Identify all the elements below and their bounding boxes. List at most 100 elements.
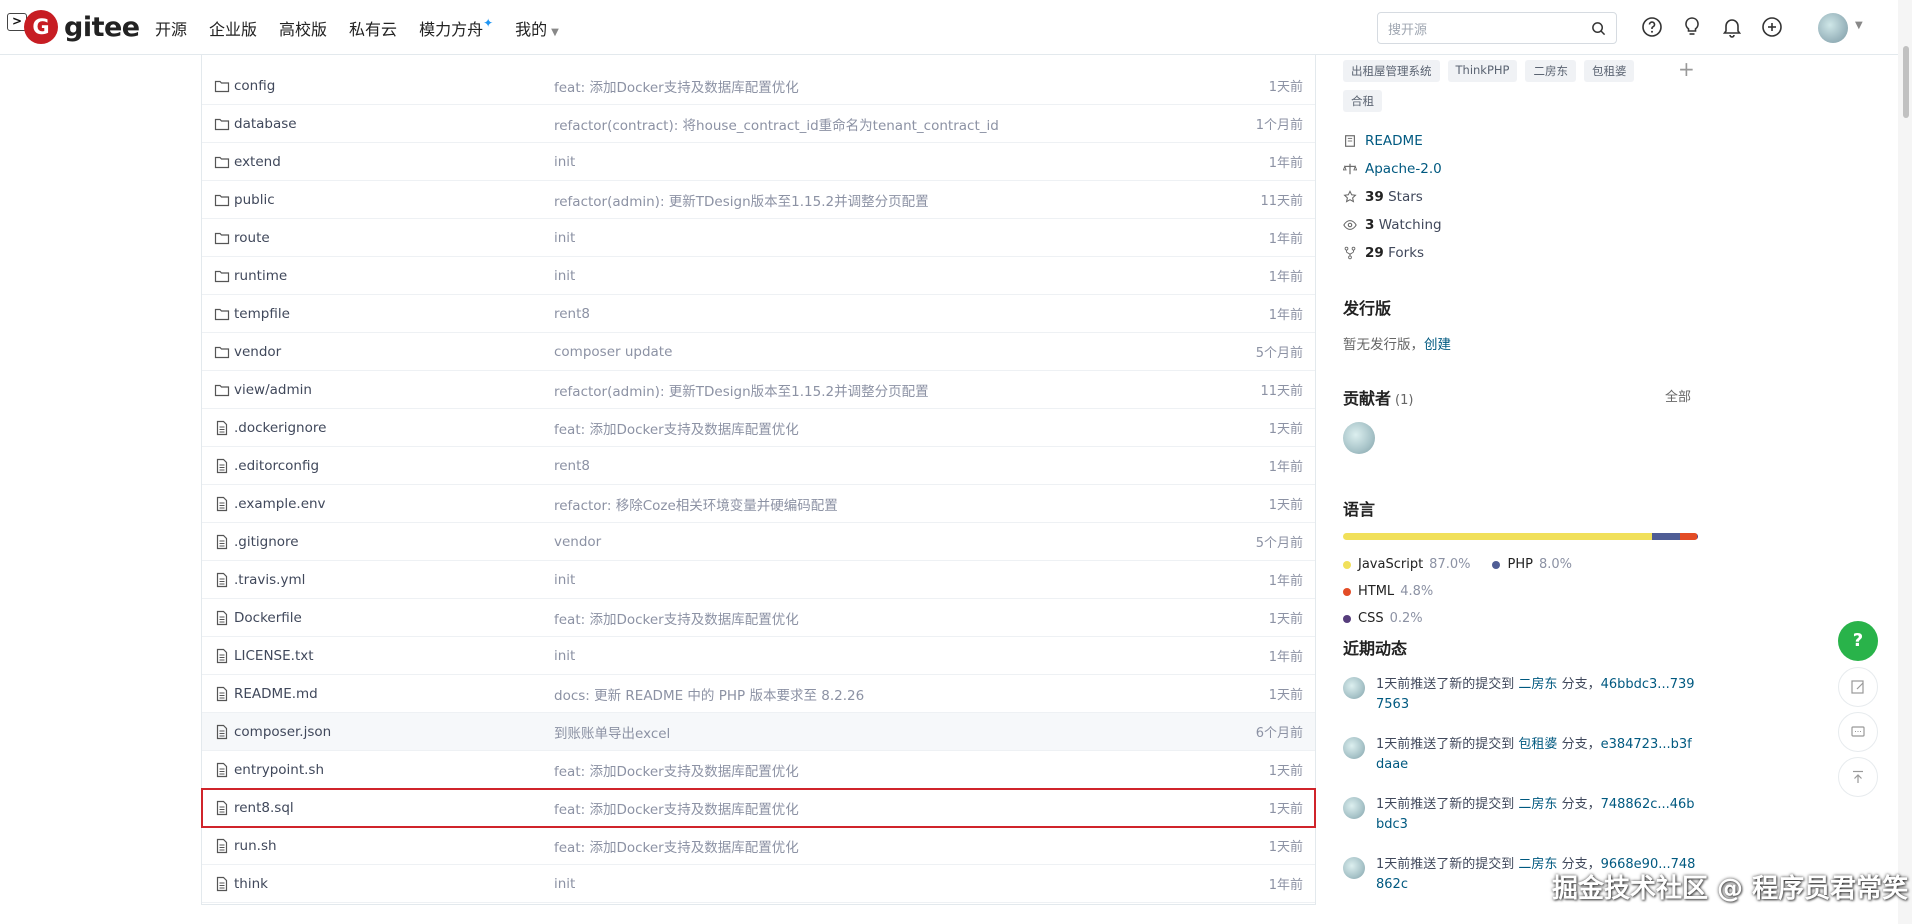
topic-tag[interactable]: ThinkPHP bbox=[1447, 60, 1518, 82]
feedback-button[interactable] bbox=[1838, 667, 1878, 707]
activity-avatar[interactable] bbox=[1343, 797, 1365, 819]
file-name-link[interactable]: view/admin bbox=[234, 382, 312, 398]
file-name-link[interactable]: tempfile bbox=[234, 306, 290, 322]
scrollbar-thumb[interactable] bbox=[1903, 46, 1909, 118]
file-row[interactable]: .editorconfig rent8 1年前 bbox=[202, 447, 1315, 485]
search-input[interactable]: 搜开源 bbox=[1388, 19, 1591, 38]
file-name-link[interactable]: .example.env bbox=[234, 496, 326, 512]
file-row[interactable]: public refactor(admin): 更新TDesign版本至1.15.… bbox=[202, 181, 1315, 219]
file-row[interactable]: extend init 1年前 bbox=[202, 143, 1315, 181]
file-name-link[interactable]: route bbox=[234, 230, 270, 246]
commit-message-link[interactable]: feat: 添加Docker支持及数据库配置优化 bbox=[554, 608, 799, 628]
commit-message-link[interactable]: composer update bbox=[554, 344, 672, 360]
file-name-link[interactable]: database bbox=[234, 116, 297, 132]
nav-item-education[interactable]: 高校版 bbox=[279, 16, 327, 40]
commit-message-link[interactable]: init bbox=[554, 876, 575, 892]
branch-link[interactable]: 二房东 bbox=[1518, 677, 1557, 692]
add-topic-button[interactable]: + bbox=[1678, 57, 1695, 81]
file-name-link[interactable]: .dockerignore bbox=[234, 420, 326, 436]
file-name-link[interactable]: .editorconfig bbox=[234, 458, 319, 474]
branch-link[interactable]: 包租婆 bbox=[1518, 737, 1557, 752]
commit-message-link[interactable]: feat: 添加Docker支持及数据库配置优化 bbox=[554, 760, 799, 780]
license-link[interactable]: Apache-2.0 bbox=[1343, 161, 1442, 177]
nav-item-moli-fangzhou[interactable]: 模力方舟✦ bbox=[419, 16, 493, 40]
help-circle-icon[interactable] bbox=[1640, 15, 1664, 39]
file-row[interactable]: view/admin refactor(admin): 更新TDesign版本至1… bbox=[202, 371, 1315, 409]
user-avatar[interactable] bbox=[1818, 13, 1848, 43]
commit-message-link[interactable]: init bbox=[554, 230, 575, 246]
commit-message-link[interactable]: init bbox=[554, 648, 575, 664]
nav-item-open-source[interactable]: 开源 bbox=[155, 16, 187, 40]
commit-message-link[interactable]: refactor(admin): 更新TDesign版本至1.15.2并调整分页… bbox=[554, 380, 929, 400]
file-name-link[interactable]: run.sh bbox=[234, 838, 277, 854]
file-row[interactable]: entrypoint.sh feat: 添加Docker支持及数据库配置优化 1天前 bbox=[202, 751, 1315, 789]
file-row[interactable]: run.sh feat: 添加Docker支持及数据库配置优化 1天前 bbox=[202, 827, 1315, 865]
file-name-link[interactable]: README.md bbox=[234, 686, 318, 702]
commit-message-link[interactable]: feat: 添加Docker支持及数据库配置优化 bbox=[554, 836, 799, 856]
commit-message-link[interactable]: feat: 添加Docker支持及数据库配置优化 bbox=[554, 76, 799, 96]
file-name-link[interactable]: entrypoint.sh bbox=[234, 762, 324, 778]
commit-message-link[interactable]: refactor(contract): 将house_contract_id重命… bbox=[554, 114, 999, 134]
commit-message-link[interactable]: rent8 bbox=[554, 458, 590, 474]
file-name-link[interactable]: .travis.yml bbox=[234, 572, 305, 588]
file-name-link[interactable]: rent8.sql bbox=[234, 800, 294, 816]
commit-message-link[interactable]: feat: 添加Docker支持及数据库配置优化 bbox=[554, 798, 799, 818]
topic-tag[interactable]: 出租屋管理系统 bbox=[1343, 60, 1440, 82]
file-name-link[interactable]: composer.json bbox=[234, 724, 331, 740]
file-row[interactable]: .gitignore vendor 5个月前 bbox=[202, 523, 1315, 561]
lightbulb-icon[interactable] bbox=[1680, 15, 1704, 39]
activity-avatar[interactable] bbox=[1343, 677, 1365, 699]
search-icon[interactable] bbox=[1591, 21, 1606, 36]
nav-item-mine[interactable]: 我的 ▼ bbox=[515, 16, 559, 40]
watching-link[interactable]: 3 Watching bbox=[1343, 217, 1442, 233]
commit-message-link[interactable]: docs: 更新 README 中的 PHP 版本要求至 8.2.26 bbox=[554, 684, 864, 704]
file-row[interactable]: tempfile rent8 1年前 bbox=[202, 295, 1315, 333]
file-name-link[interactable]: runtime bbox=[234, 268, 287, 284]
back-to-top-button[interactable] bbox=[1838, 757, 1878, 797]
commit-message-link[interactable]: refactor(admin): 更新TDesign版本至1.15.2并调整分页… bbox=[554, 190, 929, 210]
file-row[interactable]: .dockerignore feat: 添加Docker支持及数据库配置优化 1天前 bbox=[202, 409, 1315, 447]
commit-message-link[interactable]: init bbox=[554, 572, 575, 588]
chevron-down-icon[interactable]: ▼ bbox=[1855, 20, 1863, 31]
file-row[interactable]: LICENSE.txt init 1年前 bbox=[202, 637, 1315, 675]
file-row[interactable]: .travis.yml init 1年前 bbox=[202, 561, 1315, 599]
activity-avatar[interactable] bbox=[1343, 857, 1365, 879]
topic-tag[interactable]: 二房东 bbox=[1525, 60, 1576, 82]
file-name-link[interactable]: extend bbox=[234, 154, 281, 170]
file-row[interactable]: database refactor(contract): 将house_contr… bbox=[202, 105, 1315, 143]
file-row[interactable]: .example.env refactor: 移除Coze相关环境变量并硬编码配置… bbox=[202, 485, 1315, 523]
nav-item-enterprise[interactable]: 企业版 bbox=[209, 16, 257, 40]
commit-message-link[interactable]: init bbox=[554, 268, 575, 284]
activity-avatar[interactable] bbox=[1343, 737, 1365, 759]
file-row[interactable]: think init 1年前 bbox=[202, 865, 1315, 903]
search-box[interactable]: 搜开源 bbox=[1377, 12, 1617, 44]
topic-tag[interactable]: 合租 bbox=[1343, 90, 1382, 112]
message-button[interactable] bbox=[1838, 712, 1878, 752]
plus-circle-icon[interactable] bbox=[1760, 15, 1784, 39]
gitee-logo[interactable]: G gitee bbox=[24, 10, 140, 44]
page-scrollbar[interactable] bbox=[1898, 0, 1912, 924]
file-row[interactable]: config feat: 添加Docker支持及数据库配置优化 1天前 bbox=[202, 67, 1315, 105]
file-row[interactable]: rent8.sql feat: 添加Docker支持及数据库配置优化 1天前 bbox=[201, 788, 1316, 828]
commit-message-link[interactable]: vendor bbox=[554, 534, 601, 550]
contributor-avatar[interactable] bbox=[1343, 422, 1375, 454]
create-release-link[interactable]: 创建 bbox=[1424, 337, 1451, 353]
contributors-all-link[interactable]: 全部 bbox=[1665, 386, 1691, 405]
file-name-link[interactable]: Dockerfile bbox=[234, 610, 302, 626]
file-row[interactable]: vendor composer update 5个月前 bbox=[202, 333, 1315, 371]
topic-tag[interactable]: 包租婆 bbox=[1583, 60, 1635, 82]
commit-message-link[interactable]: feat: 添加Docker支持及数据库配置优化 bbox=[554, 418, 799, 438]
file-name-link[interactable]: .gitignore bbox=[234, 534, 299, 550]
stars-link[interactable]: 39 Stars bbox=[1343, 189, 1423, 205]
file-row[interactable]: Dockerfile feat: 添加Docker支持及数据库配置优化 1天前 bbox=[202, 599, 1315, 637]
commit-message-link[interactable]: init bbox=[554, 154, 575, 170]
help-button[interactable]: ? bbox=[1838, 621, 1878, 661]
readme-link[interactable]: README bbox=[1343, 133, 1423, 149]
file-name-link[interactable]: config bbox=[234, 78, 275, 94]
commit-message-link[interactable]: rent8 bbox=[554, 306, 590, 322]
forks-link[interactable]: 29 Forks bbox=[1343, 245, 1424, 261]
file-name-link[interactable]: think bbox=[234, 876, 268, 892]
file-row[interactable]: composer.json 到账账单导出excel 6个月前 bbox=[202, 713, 1315, 751]
file-name-link[interactable]: LICENSE.txt bbox=[234, 648, 314, 664]
file-row[interactable]: README.md docs: 更新 README 中的 PHP 版本要求至 8.… bbox=[202, 675, 1315, 713]
